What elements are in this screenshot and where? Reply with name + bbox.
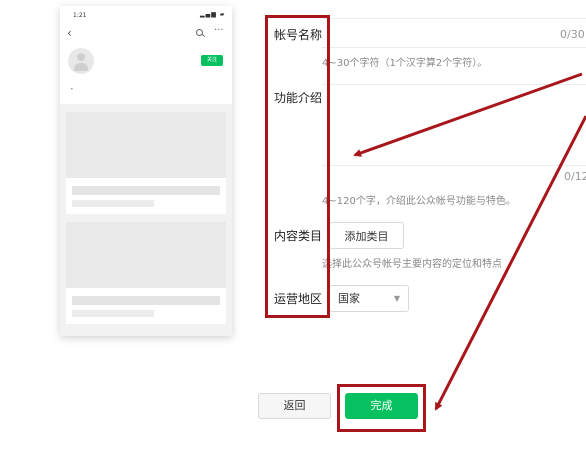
annotation-arrows xyxy=(353,72,586,411)
arrow-to-intro-field xyxy=(353,72,583,157)
arrow-to-done-button xyxy=(434,115,586,411)
